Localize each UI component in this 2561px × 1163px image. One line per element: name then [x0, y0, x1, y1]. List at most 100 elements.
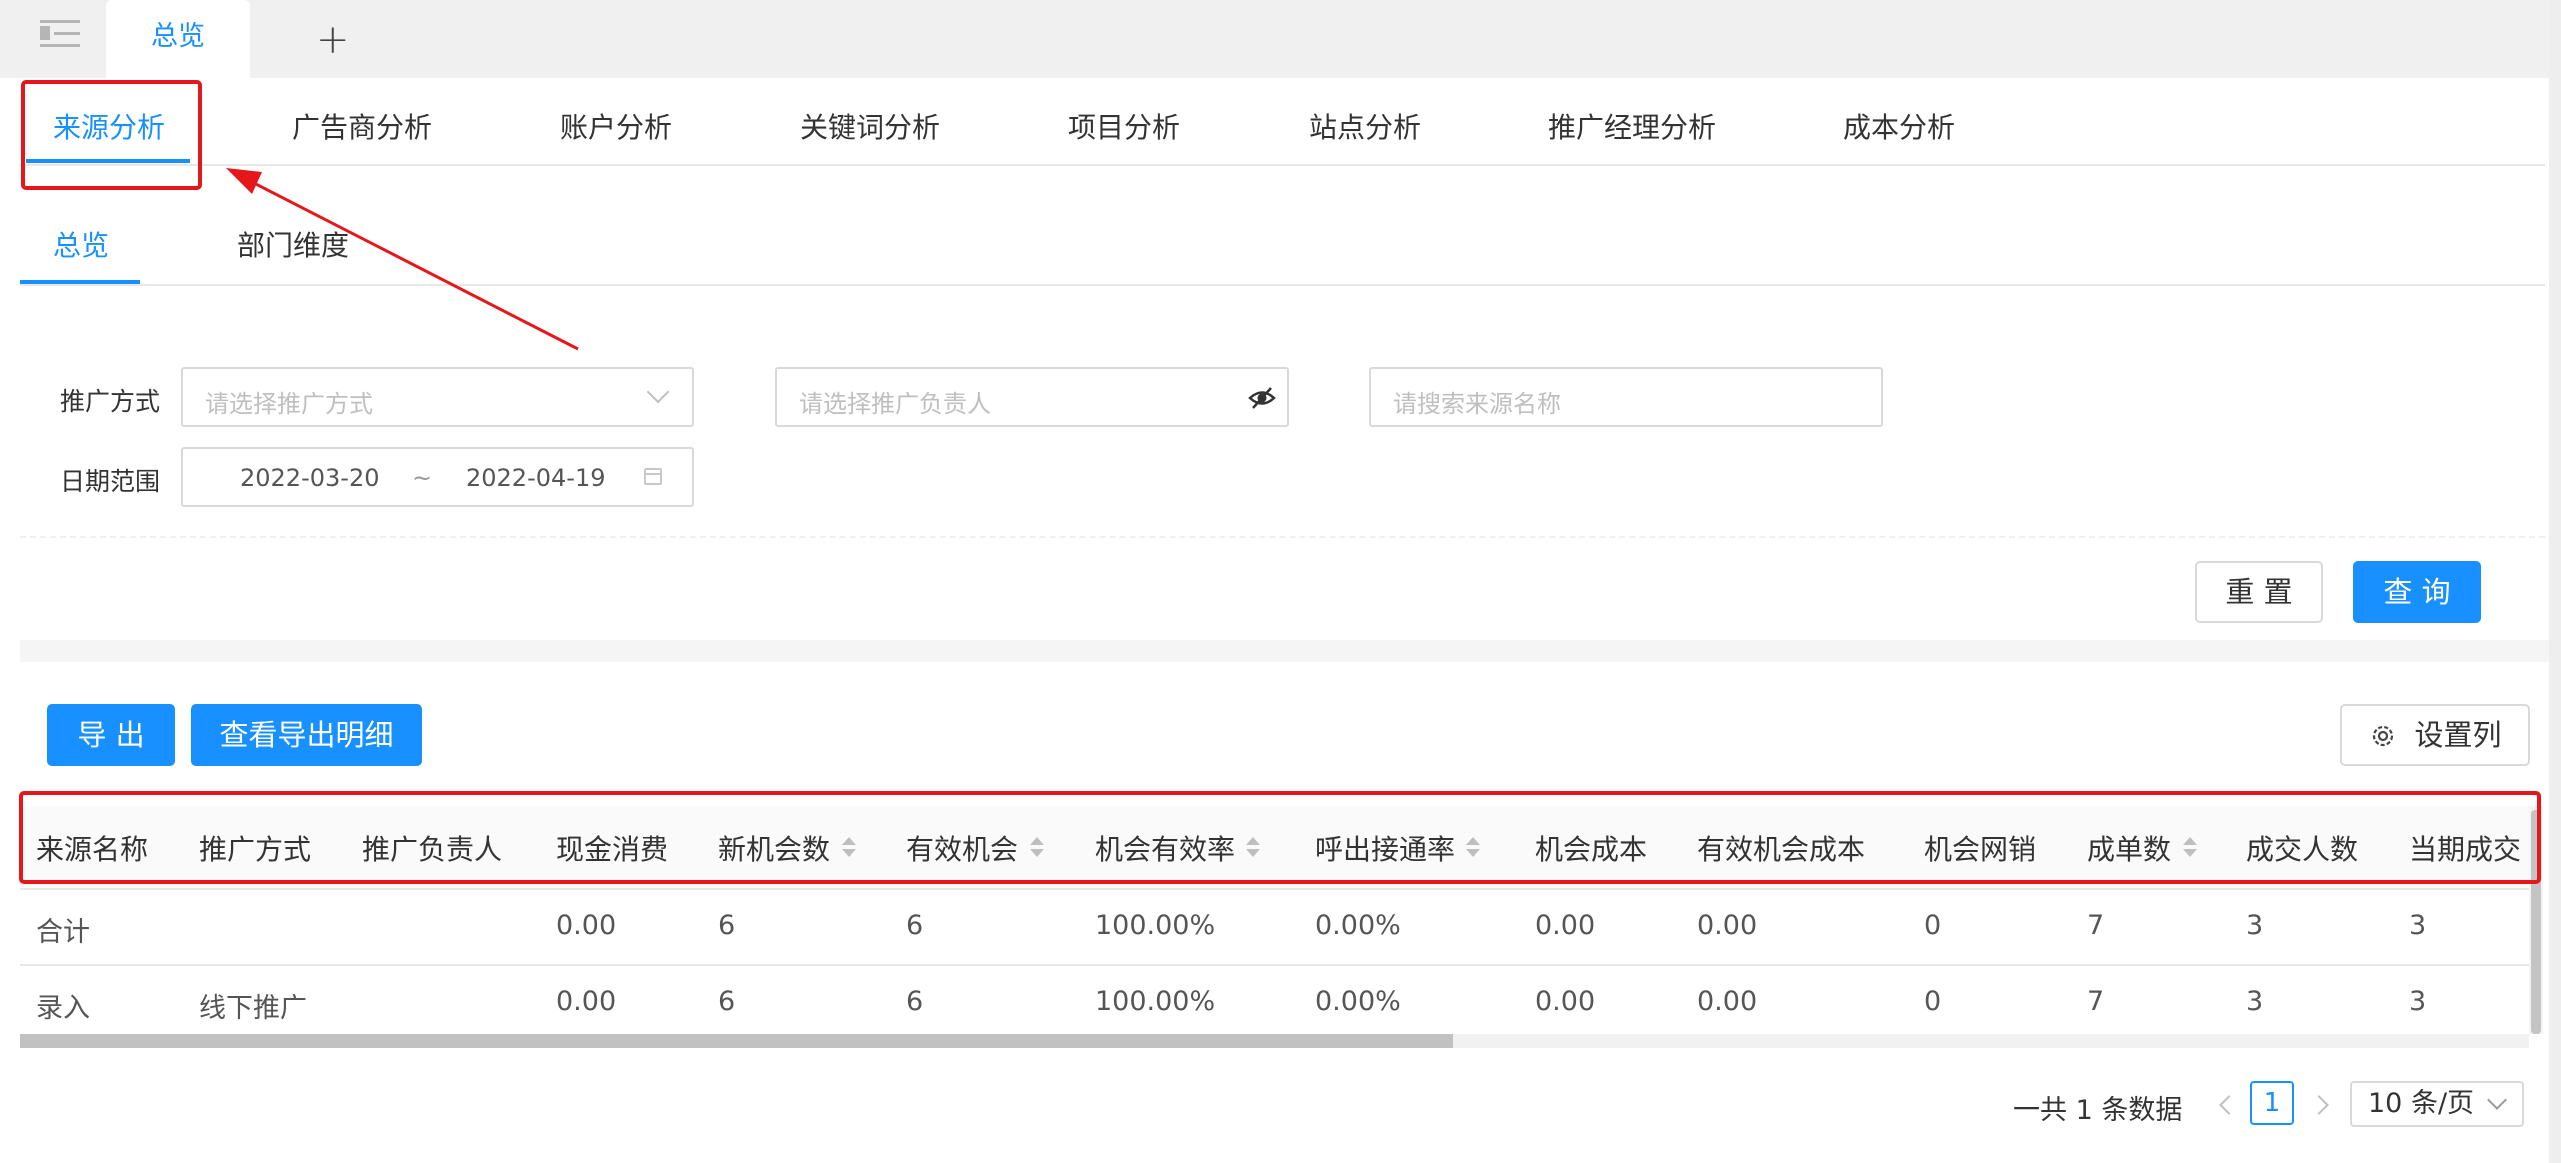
section-gap [20, 640, 2549, 662]
chevron-down-icon [2487, 1090, 2507, 1110]
col-outbound-connect-rate[interactable]: 呼出接通率 [1315, 828, 1455, 868]
tab-keyword-analysis[interactable]: 关键词分析 [800, 106, 940, 146]
subtab-overview[interactable]: 总览 [53, 224, 109, 264]
sort-icon[interactable] [1466, 837, 1480, 859]
table-cell: 3 [2246, 910, 2264, 941]
col-source-name: 来源名称 [36, 833, 149, 866]
col-opportunity-valid-rate[interactable]: 机会有效率 [1095, 828, 1235, 868]
add-tab-icon[interactable]: + [316, 14, 350, 66]
table-cell: 线下推广 [199, 993, 307, 1024]
table-cell: 7 [2087, 986, 2105, 1017]
tab-promo-manager-analysis[interactable]: 推广经理分析 [1548, 106, 1716, 146]
table-cell: 0.00 [1535, 986, 1596, 1017]
table-cell: 0.00 [556, 986, 617, 1017]
col-deal-people: 成交人数 [2246, 833, 2359, 866]
reset-button[interactable]: 重 置 [2195, 561, 2323, 623]
table-cell: 3 [2246, 986, 2264, 1017]
tab-overview[interactable]: 总览 [106, 0, 250, 78]
table-cell: 6 [906, 986, 924, 1017]
table-cell: 0.00 [556, 910, 617, 941]
tab-account-analysis[interactable]: 账户分析 [560, 106, 672, 146]
eye-invisible-icon[interactable] [1247, 383, 1277, 413]
data-table: 来源名称 推广方式 推广负责人 现金消费 新机会数 有效机会 机会有效率 呼出接… [20, 806, 2529, 1050]
col-valid-opportunities[interactable]: 有效机会 [906, 828, 1018, 868]
table-cell: 7 [2087, 910, 2105, 941]
column-settings-label: 设置列 [2414, 718, 2502, 752]
date-end[interactable]: 2022-04-19 [466, 464, 605, 492]
filter-divider [20, 536, 2545, 538]
page-size-label: 10 条/页 [2368, 1088, 2475, 1119]
tab-site-analysis[interactable]: 站点分析 [1309, 106, 1421, 146]
table-cell: 6 [718, 910, 736, 941]
main-tabs: 来源分析 广告商分析 账户分析 关键词分析 项目分析 站点分析 推广经理分析 成… [20, 78, 2545, 166]
tab-active-ink [26, 159, 190, 163]
table-cell: 0.00% [1315, 986, 1401, 1017]
tab-advertiser-analysis[interactable]: 广告商分析 [292, 106, 432, 146]
table-row: 录入 线下推广 0.00 6 6 100.00% 0.00% 0.00 0.00… [20, 966, 2529, 1042]
tab-source-analysis[interactable]: 来源分析 [53, 106, 165, 146]
table-cell: 0.00 [1697, 910, 1758, 941]
calendar-icon [644, 468, 662, 485]
export-button[interactable]: 导 出 [47, 704, 175, 766]
pagination-total: 一共 1 条数据 [2013, 1095, 2183, 1126]
table-header: 来源名称 推广方式 推广负责人 现金消费 新机会数 有效机会 机会有效率 呼出接… [20, 806, 2529, 890]
table-cell: 3 [2409, 986, 2427, 1017]
method-label: 推广方式 [60, 387, 161, 416]
owner-placeholder: 请选择推广负责人 [799, 390, 991, 418]
table-cell: 0.00 [1535, 910, 1596, 941]
vertical-scroll-thumb[interactable] [2531, 810, 2541, 1034]
date-start[interactable]: 2022-03-20 [240, 464, 379, 492]
method-select[interactable]: 请选择推广方式 [181, 367, 694, 427]
horizontal-scroll-thumb[interactable] [20, 1034, 1453, 1048]
table-cell: 3 [2409, 910, 2427, 941]
sort-icon[interactable] [1030, 837, 1044, 859]
tab-project-analysis[interactable]: 项目分析 [1068, 106, 1180, 146]
table-cell: 0.00 [1697, 986, 1758, 1017]
date-separator: ~ [412, 464, 433, 492]
col-current-deal: 当期成交 [2409, 833, 2522, 866]
table-cell: 0 [1924, 910, 1942, 941]
col-new-opportunities[interactable]: 新机会数 [718, 828, 830, 868]
sort-icon[interactable] [2183, 837, 2197, 859]
tab-cost-analysis[interactable]: 成本分析 [1843, 106, 1955, 146]
sub-tabs: 总览 部门维度 [20, 166, 2545, 286]
subtab-department[interactable]: 部门维度 [237, 224, 349, 264]
table-cell: 100.00% [1095, 986, 1216, 1017]
col-opportunity-cost: 机会成本 [1535, 833, 1648, 866]
page-size-select[interactable]: 10 条/页 [2350, 1081, 2524, 1127]
col-opportunity-online-sales: 机会网销 [1924, 833, 2037, 866]
table-cell: 6 [718, 986, 736, 1017]
menu-fold-icon[interactable] [40, 20, 80, 50]
table-cell: 录入 [36, 993, 90, 1024]
sort-icon[interactable] [842, 837, 856, 859]
table-cell: 0.00% [1315, 910, 1401, 941]
col-valid-opportunity-cost: 有效机会成本 [1697, 833, 1866, 866]
date-range-picker[interactable]: 2022-03-20 ~ 2022-04-19 [181, 447, 694, 507]
method-placeholder: 请选择推广方式 [205, 390, 373, 418]
col-cash-spend: 现金消费 [556, 833, 669, 866]
source-search-placeholder: 请搜索来源名称 [1393, 390, 1561, 418]
sort-icon[interactable] [1246, 837, 1260, 859]
table-cell: 100.00% [1095, 910, 1216, 941]
table-cell: 合计 [36, 917, 90, 948]
subtab-active-ink [20, 280, 140, 284]
query-button[interactable]: 查 询 [2353, 561, 2481, 623]
gear-icon [2372, 725, 2394, 747]
column-settings-button[interactable]: 设置列 [2340, 704, 2530, 766]
col-promo-method: 推广方式 [199, 833, 312, 866]
date-label: 日期范围 [60, 467, 161, 496]
source-search-input[interactable]: 请搜索来源名称 [1369, 367, 1883, 427]
page-1[interactable]: 1 [2250, 1081, 2294, 1125]
col-order-count[interactable]: 成单数 [2087, 828, 2171, 868]
chevron-down-icon [646, 380, 670, 404]
table-cell: 6 [906, 910, 924, 941]
prev-page-icon[interactable] [2219, 1095, 2239, 1115]
next-page-icon[interactable] [2309, 1095, 2329, 1115]
page-right-edge [2549, 0, 2561, 1163]
export-detail-button[interactable]: 查看导出明细 [191, 704, 422, 766]
owner-select[interactable]: 请选择推广负责人 [775, 367, 1289, 427]
table-row-total: 合计 0.00 6 6 100.00% 0.00% 0.00 0.00 0 7 … [20, 890, 2529, 966]
table-cell: 0 [1924, 986, 1942, 1017]
col-promo-owner: 推广负责人 [362, 833, 503, 866]
tab-strip: 总览 + [0, 0, 2561, 78]
